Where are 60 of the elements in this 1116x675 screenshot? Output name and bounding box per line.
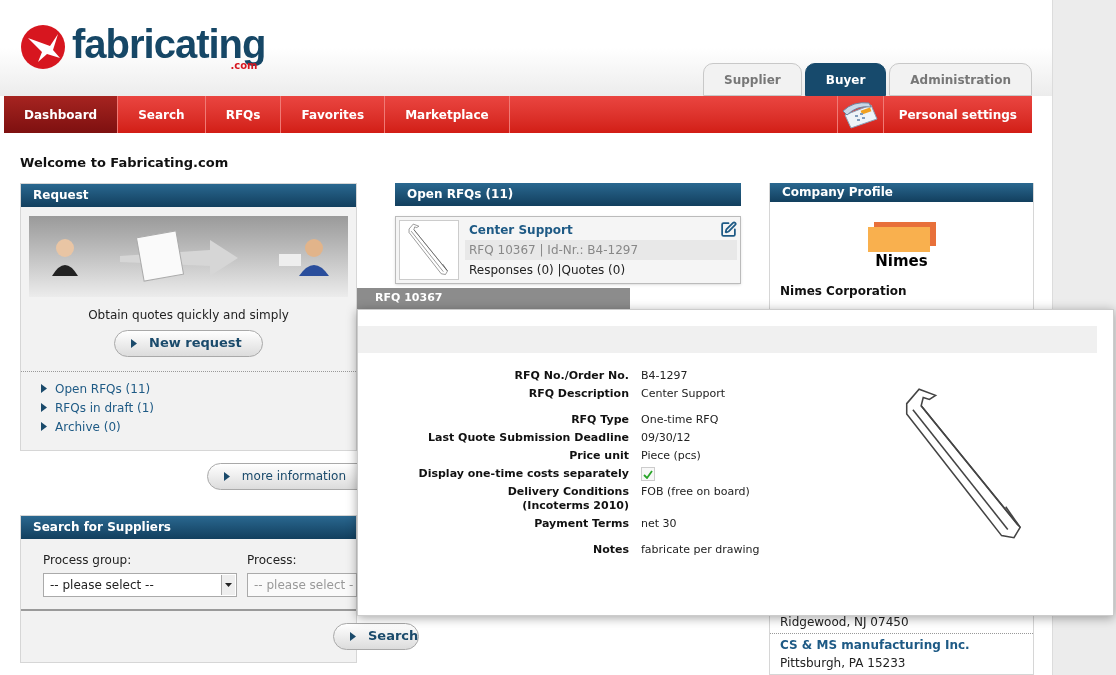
detail-label: Display one-time costs separately — [417, 467, 629, 481]
detail-label: Price unit — [568, 449, 629, 463]
detail-value: net 30 — [641, 517, 677, 531]
detail-value: fabricate per drawing — [641, 543, 760, 557]
panel-header: Request — [21, 183, 356, 207]
rfq-title-link[interactable]: Center Support — [469, 220, 573, 239]
detail-value: FOB (free on board) — [641, 485, 750, 500]
select-field[interactable]: -- please select -- — [43, 572, 237, 597]
request-link[interactable]: Archive (0) — [41, 417, 336, 436]
panel-header: Search for Suppliers — [21, 515, 356, 539]
rfq-card[interactable]: Center Support RFQ 10367 | Id-Nr.: B4-1297 Responses (0) |Quotes (0) — [395, 215, 741, 284]
detail-label: Last Quote Submission Deadline — [426, 431, 629, 445]
logo-mark-icon — [20, 24, 66, 70]
role-tab[interactable]: Buyer — [804, 63, 887, 97]
company-logo-text: Nimes — [875, 250, 928, 272]
panel-header: Open RFQs (11) — [395, 182, 741, 206]
supplier-location: Pittsburgh, PA 15233 — [780, 655, 907, 672]
caret-icon — [41, 403, 47, 412]
nav-item[interactable]: Dashboard — [4, 96, 119, 133]
caret-icon — [131, 338, 137, 348]
nav-item[interactable]: Marketplace — [385, 96, 510, 133]
caret-icon — [350, 631, 356, 641]
detail-label: Delivery Conditions (Incoterms 2010) — [506, 485, 629, 513]
supplier-name-link[interactable]: CS & MS manufacturing Inc. — [780, 636, 1023, 654]
company-logo-icon — [867, 221, 936, 252]
new-request-button[interactable]: New request — [114, 329, 263, 357]
request-link[interactable]: RFQs in draft (1) — [41, 398, 336, 417]
nav-item[interactable]: Favorites — [281, 96, 386, 133]
nav-item[interactable]: Search — [118, 96, 206, 133]
rfq-counts: Responses (0) |Quotes (0) — [469, 261, 627, 279]
rfq-meta: RFQ 10367 | Id-Nr.: B4-1297 — [465, 239, 737, 260]
welcome-heading: Welcome to Fabricating.com — [20, 154, 230, 172]
detail-label: RFQ Description — [527, 387, 629, 401]
role-tab[interactable]: Administration — [889, 63, 1032, 97]
detail-label: Notes — [591, 543, 629, 557]
checkbox[interactable] — [641, 467, 655, 481]
role-tab[interactable]: Supplier — [703, 63, 802, 97]
nav-item[interactable]: RFQs — [205, 96, 282, 133]
detail-label: Payment Terms — [533, 517, 629, 531]
detail-label: RFQ Type — [570, 413, 629, 427]
telephone-icon[interactable] — [841, 100, 880, 129]
detail-value: B4-1297 — [641, 369, 688, 383]
detail-value: Piece (pcs) — [641, 449, 701, 463]
detail-value: One-time RFQ — [641, 413, 719, 427]
detail-value: Center Support — [641, 387, 725, 401]
company-name: Nimes Corporation — [779, 283, 908, 300]
caret-icon — [41, 422, 47, 431]
detail-value: 09/30/12 — [641, 431, 691, 445]
personal-settings-link[interactable]: Personal settings — [883, 96, 1032, 133]
caret-icon — [223, 471, 230, 481]
request-link[interactable]: Open RFQs (11) — [41, 379, 336, 398]
field-label: Process group: — [43, 551, 133, 569]
panel-header: Company Profile — [770, 182, 1033, 202]
request-tagline: Obtain quotes quickly and simply — [87, 306, 290, 324]
search-button[interactable]: Search — [333, 622, 419, 650]
caret-icon — [41, 384, 47, 393]
supplier-location: Ridgewood, NJ 07450 — [780, 614, 910, 631]
edit-icon[interactable] — [720, 221, 737, 238]
detail-label: RFQ No./Order No. — [513, 369, 629, 383]
field-label: Process: — [247, 551, 298, 569]
